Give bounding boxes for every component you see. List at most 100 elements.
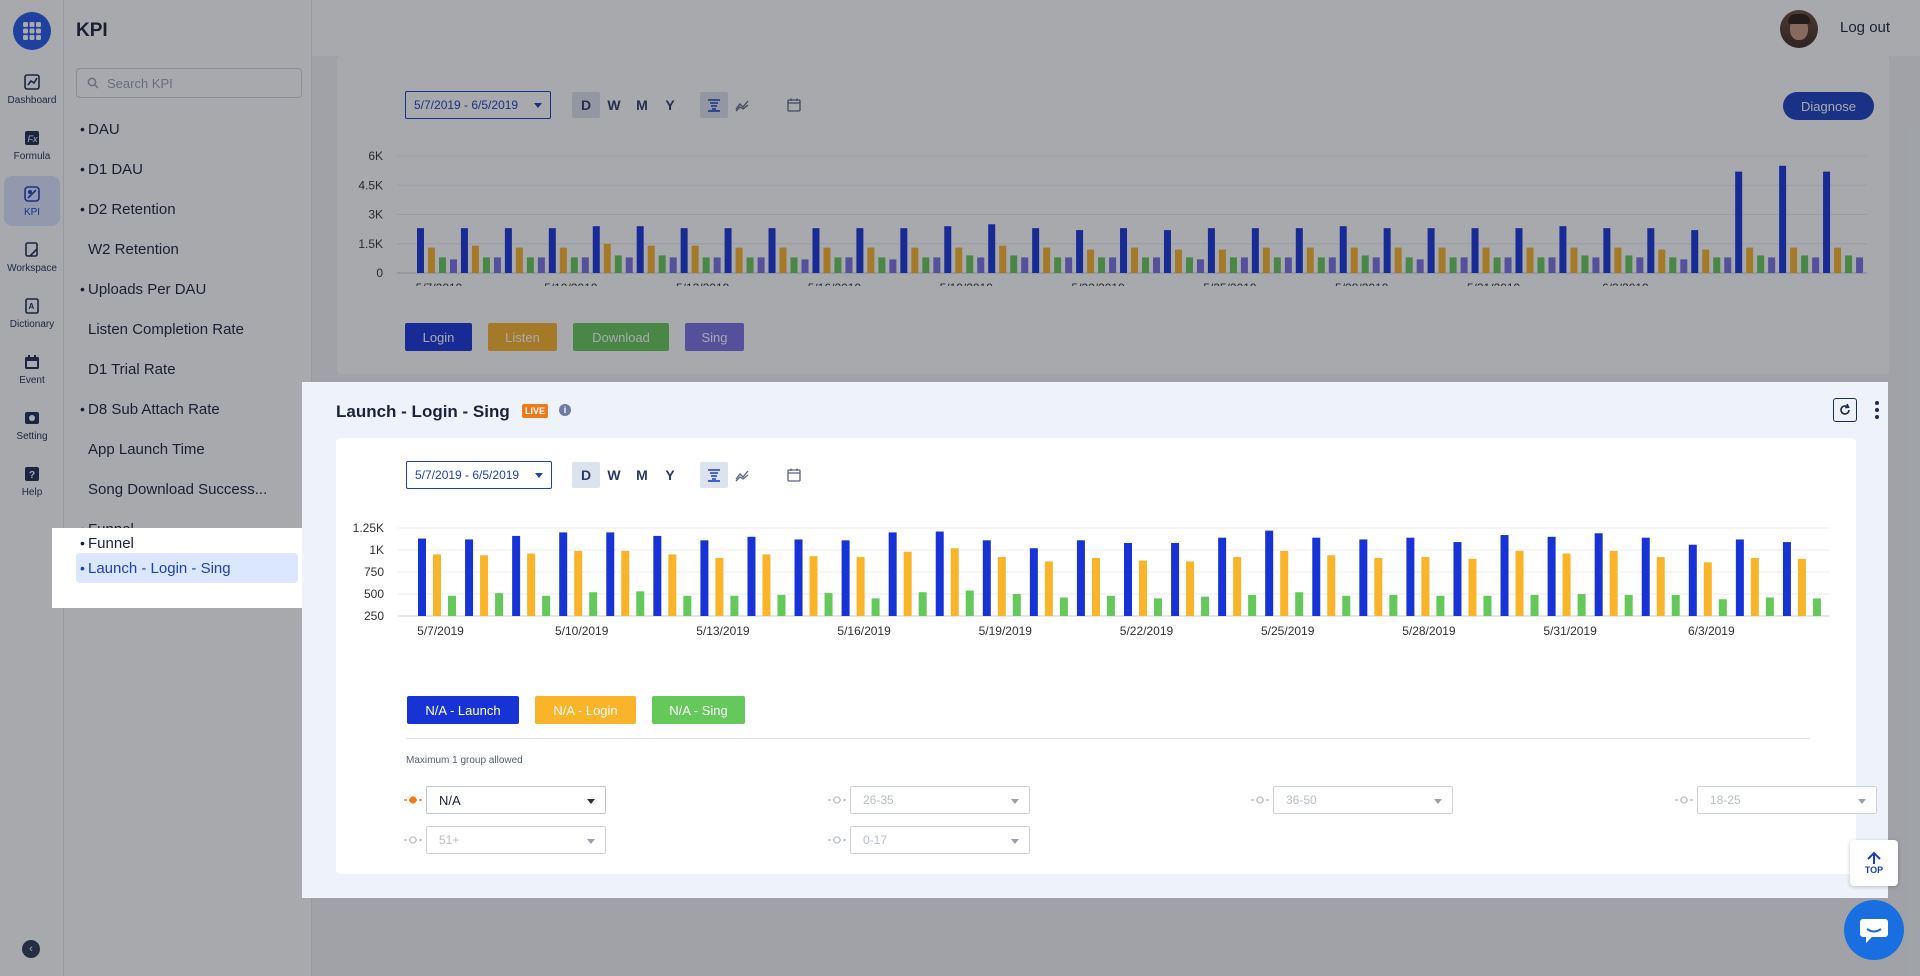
group-select: 51+ [426, 826, 606, 854]
rail-label: Formula [13, 150, 51, 162]
sidebar-item-launch-login-sing-highlight[interactable]: • Launch - Login - Sing [76, 553, 298, 583]
rail-label: Event [19, 374, 45, 386]
bar-chart-toggle[interactable] [700, 92, 728, 118]
bar-n-a-sing [1059, 597, 1068, 616]
bar-login [724, 228, 732, 273]
period-year[interactable]: Y [656, 92, 684, 118]
rail-item-workspace[interactable]: Workspace [4, 232, 60, 282]
x-tick-label: 5/10/2019 [544, 281, 598, 286]
x-tick-label: 5/31/2019 [1467, 281, 1521, 286]
kpi-chart-card: 5/7/2019 - 6/5/2019 D W M Y Diagnose 0 1.… [337, 56, 1889, 374]
panel-title: Launch - Login - Sing [336, 402, 510, 421]
diagnose-button[interactable]: Diagnose [1783, 92, 1874, 120]
date-range-picker[interactable]: 5/7/2019 - 6/5/2019 [405, 91, 551, 119]
bar-download [878, 257, 886, 273]
line-chart-toggle[interactable] [728, 462, 756, 488]
sidebar-item-w2-retention[interactable]: W2 Retention [76, 234, 302, 264]
x-tick-label: 5/28/2019 [1402, 624, 1456, 638]
legend-login[interactable]: Login [405, 323, 472, 351]
sidebar-item-dau[interactable]: • DAU [76, 114, 302, 144]
bar-n-a-launch [559, 532, 568, 616]
calendar-icon [787, 98, 801, 112]
bar-login [1251, 228, 1259, 273]
rail-item-formula[interactable]: Fx Formula [4, 120, 60, 170]
calendar-toggle[interactable] [780, 92, 808, 118]
chat-button[interactable] [1844, 900, 1904, 960]
bar-n-a-sing [1765, 597, 1774, 616]
bar-n-a-sing [1389, 594, 1398, 616]
date-range-picker[interactable]: 5/7/2019 - 6/5/2019 [406, 461, 552, 489]
bar-sing [1284, 257, 1292, 273]
bar-n-a-sing [1248, 594, 1257, 616]
sidebar-item-label: D8 Sub Attach Rate [88, 400, 220, 418]
sidebar-item-label: W2 Retention [88, 240, 179, 258]
bar-chart-toggle[interactable] [700, 462, 728, 488]
bar-listen [515, 247, 523, 273]
x-tick-label: 5/25/2019 [1261, 624, 1315, 638]
app-logo-icon[interactable] [13, 12, 51, 50]
bar-sing [977, 257, 985, 273]
period-month[interactable]: M [628, 462, 656, 488]
legend-na-sing[interactable]: N/A - Sing [652, 696, 745, 724]
calendar-toggle[interactable] [780, 462, 808, 488]
info-icon[interactable]: i [559, 404, 571, 416]
period-month[interactable]: M [628, 92, 656, 118]
period-week[interactable]: W [600, 92, 628, 118]
top-bar [312, 0, 1920, 56]
scroll-top-button[interactable]: TOP [1850, 840, 1898, 886]
x-tick-label: 5/13/2019 [676, 281, 730, 286]
search-input[interactable]: Search KPI [76, 68, 302, 98]
legend-listen[interactable]: Listen [488, 323, 557, 351]
sidebar-item-d8-sub-attach-rate[interactable]: • D8 Sub Attach Rate [76, 394, 302, 424]
legend-sing[interactable]: Sing [685, 323, 744, 351]
bar-download [1273, 257, 1281, 273]
rail-item-kpi[interactable]: KPI [4, 176, 60, 226]
date-range-value: 5/7/2019 - 6/5/2019 [415, 468, 520, 482]
rail-item-dashboard[interactable]: Dashboard [4, 64, 60, 114]
sidebar-item-d2-retention[interactable]: • D2 Retention [76, 194, 302, 224]
bar-n-a-login [1139, 560, 1147, 616]
logout-link[interactable]: Log out [1840, 19, 1890, 36]
bar-n-a-login [762, 554, 771, 616]
rail-label: Dashboard [7, 94, 57, 106]
period-day[interactable]: D [572, 462, 600, 488]
refresh-icon [1840, 403, 1850, 415]
bar-download [702, 257, 710, 273]
more-options-icon[interactable] [1872, 398, 1882, 422]
sidebar-item-d1-trial-rate[interactable]: D1 Trial Rate [76, 354, 302, 384]
sidebar-item-listen-completion-rate[interactable]: Listen Completion Rate [76, 314, 302, 344]
legend-download[interactable]: Download [573, 323, 669, 351]
bar-listen [471, 245, 479, 273]
bar-sing [1592, 257, 1600, 273]
refresh-button[interactable] [1833, 398, 1857, 422]
period-week[interactable]: W [600, 462, 628, 488]
rail-item-dictionary[interactable]: A Dictionary [4, 288, 60, 338]
legend-na-login[interactable]: N/A - Login [535, 696, 636, 724]
x-tick-label: 5/25/2019 [1203, 281, 1257, 286]
rail-item-help[interactable]: ? Help [4, 456, 60, 506]
bar-sing [450, 259, 457, 273]
sidebar-item-label: DAU [88, 120, 120, 138]
sidebar-item-d1-dau[interactable]: • D1 DAU [76, 154, 302, 184]
avatar[interactable] [1780, 10, 1818, 48]
line-chart-toggle[interactable] [728, 92, 756, 118]
group-select[interactable]: N/A [426, 786, 606, 814]
period-day[interactable]: D [572, 92, 600, 118]
bar-download [1581, 255, 1589, 273]
sidebar-item-uploads-per-dau[interactable]: • Uploads Per DAU [76, 274, 302, 304]
collapse-sidebar-icon[interactable]: ‹ [22, 940, 40, 958]
rail-label: Dictionary [9, 318, 55, 330]
bar-n-a-launch [1500, 535, 1509, 616]
bar-sing [801, 259, 809, 273]
period-year[interactable]: Y [656, 462, 684, 488]
legend-na-launch[interactable]: N/A - Launch [407, 696, 519, 724]
rail-item-setting[interactable]: Setting [4, 400, 60, 450]
rail-item-event[interactable]: Event [4, 344, 60, 394]
sidebar-item-app-launch-time[interactable]: App Launch Time [76, 434, 302, 464]
bar-sing [1856, 257, 1864, 273]
bar-n-a-launch [512, 535, 521, 616]
bar-sing [1680, 259, 1688, 273]
sidebar-item-label: D1 Trial Rate [88, 360, 176, 378]
bar-download [1142, 257, 1150, 273]
sidebar-item-song-download-success[interactable]: Song Download Success... [76, 474, 302, 504]
